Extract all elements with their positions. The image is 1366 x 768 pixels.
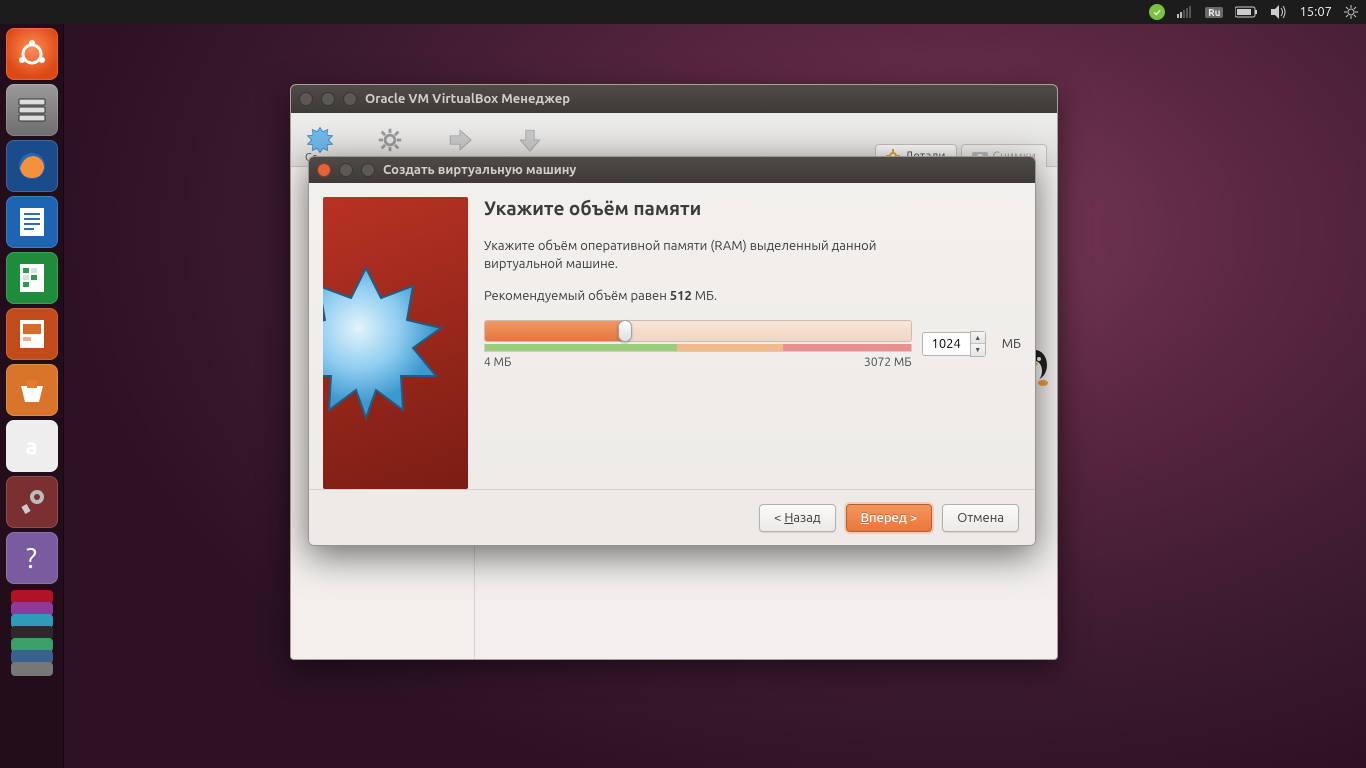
- memory-slider[interactable]: [484, 320, 912, 342]
- status-ok-icon[interactable]: ✓: [1149, 4, 1165, 20]
- next-button[interactable]: Вперед >: [846, 504, 933, 532]
- wizard-title: Создать виртуальную машину: [383, 163, 576, 177]
- create-vm-wizard-dialog: Создать виртуальную машину Укажите объём…: [308, 156, 1036, 546]
- battery-icon[interactable]: [1235, 6, 1259, 18]
- launcher-amazon[interactable]: a: [6, 420, 58, 472]
- wizard-heading: Укажите объём памяти: [484, 197, 1021, 219]
- close-icon[interactable]: [317, 163, 331, 177]
- unity-launcher: a ?: [0, 24, 64, 768]
- sound-icon[interactable]: [1271, 5, 1287, 19]
- back-button[interactable]: < Назад: [759, 504, 836, 532]
- wizard-titlebar[interactable]: Создать виртуальную машину: [309, 157, 1035, 183]
- memory-unit-label: МБ: [1002, 337, 1021, 351]
- wizard-recommended: Рекомендуемый объём равен 512 МБ.: [484, 287, 944, 305]
- cancel-button[interactable]: Отмена: [942, 504, 1019, 532]
- start-vm-icon[interactable]: [443, 123, 477, 157]
- maximize-icon[interactable]: [361, 163, 375, 177]
- launcher-files[interactable]: [6, 84, 58, 136]
- network-icon[interactable]: [1177, 6, 1193, 18]
- launcher-help[interactable]: ?: [6, 532, 58, 584]
- main-window-titlebar[interactable]: Oracle VM VirtualBox Менеджер: [291, 85, 1057, 113]
- settings-vm-icon[interactable]: [373, 123, 407, 157]
- wizard-content: Укажите объём памяти Укажите объём опера…: [484, 197, 1021, 475]
- minimize-icon[interactable]: [321, 92, 335, 106]
- launcher-writer[interactable]: [6, 196, 58, 248]
- spin-up-icon[interactable]: ▲: [971, 332, 985, 344]
- launcher-dash[interactable]: [6, 28, 58, 80]
- clock[interactable]: 15:07: [1299, 5, 1332, 19]
- memory-input[interactable]: [922, 332, 970, 356]
- wizard-footer: < Назад Вперед > Отмена: [309, 489, 1035, 545]
- slider-max-label: 3072 МБ: [864, 356, 912, 369]
- system-menu-icon[interactable]: [1344, 5, 1358, 19]
- discard-vm-icon[interactable]: [513, 123, 547, 157]
- top-menu-bar: ✓ Ru 15:07: [0, 0, 1366, 24]
- minimize-icon[interactable]: [339, 163, 353, 177]
- launcher-impress[interactable]: [6, 308, 58, 360]
- launcher-calc[interactable]: [6, 252, 58, 304]
- launcher-overflow-stack[interactable]: [5, 590, 59, 680]
- spin-down-icon[interactable]: ▼: [971, 344, 985, 356]
- launcher-settings[interactable]: [6, 476, 58, 528]
- main-window-title: Oracle VM VirtualBox Менеджер: [365, 92, 570, 106]
- wizard-description: Укажите объём оперативной памяти (RAM) в…: [484, 237, 944, 273]
- maximize-icon[interactable]: [343, 92, 357, 106]
- slider-thumb[interactable]: [618, 320, 632, 342]
- memory-spinbox: ▲ ▼: [922, 331, 986, 357]
- launcher-firefox[interactable]: [6, 140, 58, 192]
- keyboard-layout-indicator[interactable]: Ru: [1205, 7, 1223, 18]
- wizard-side-image: [323, 197, 468, 489]
- slider-min-label: 4 МБ: [484, 356, 511, 369]
- close-icon[interactable]: [299, 92, 313, 106]
- launcher-software-center[interactable]: [6, 364, 58, 416]
